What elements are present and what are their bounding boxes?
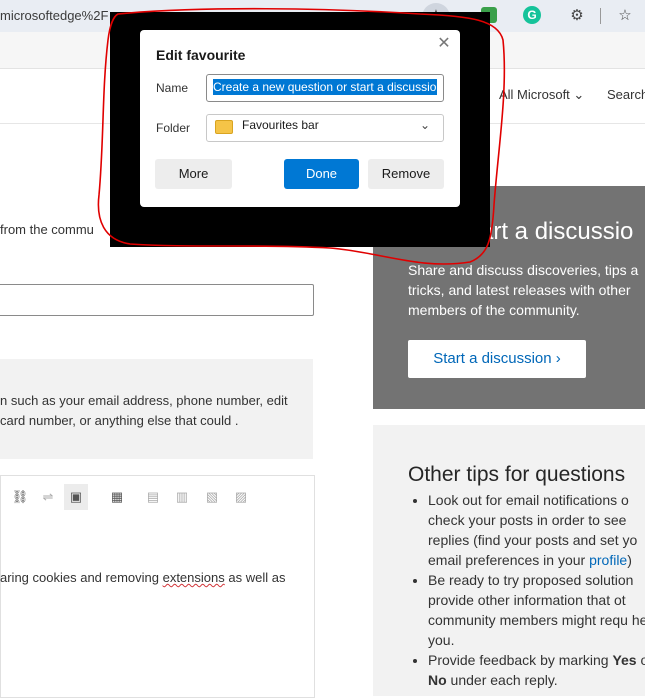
annotation-outline xyxy=(97,7,506,265)
